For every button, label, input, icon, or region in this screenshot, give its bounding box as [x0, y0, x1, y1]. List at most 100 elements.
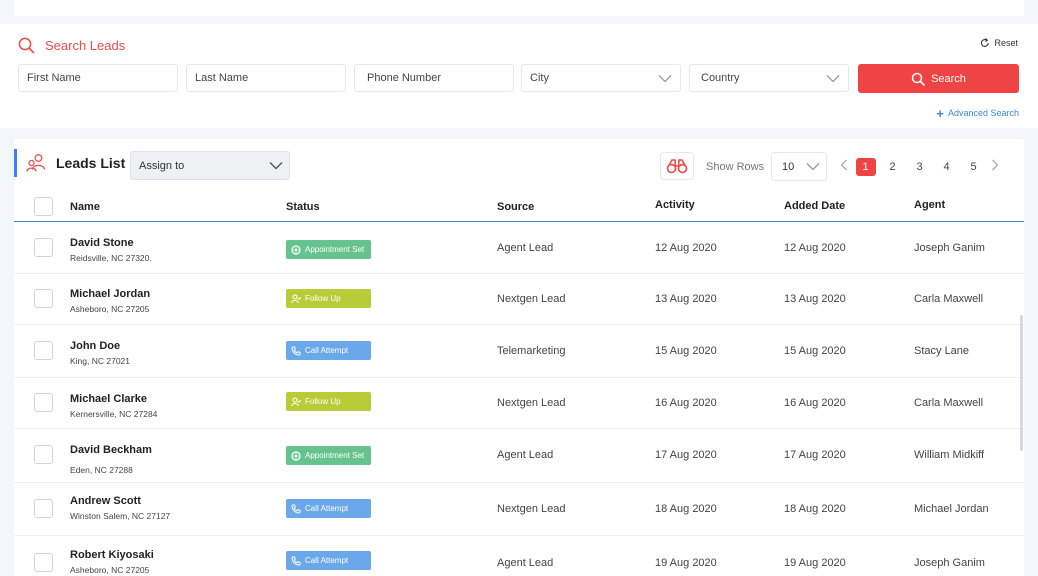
status-badge[interactable]: Call Attempt [286, 499, 371, 518]
country-select-value: Country [701, 72, 740, 84]
rows-per-page-select[interactable]: 10 [771, 152, 827, 181]
pagination-prev[interactable] [836, 158, 852, 176]
phone-icon [291, 556, 301, 566]
table-row[interactable]: Andrew Scott Winston Salem, NC 27127 Call … [14, 483, 1024, 536]
row-checkbox[interactable] [34, 445, 53, 464]
col-name: Name [70, 201, 100, 213]
row-checkbox[interactable] [34, 499, 53, 518]
page-4[interactable]: 4 [937, 158, 957, 176]
status-label: Call Attempt [305, 504, 349, 513]
status-label: Appointment Set [305, 451, 365, 460]
added-date-cell: 19 Aug 2020 [784, 557, 846, 569]
search-button-label: Search [931, 72, 966, 85]
lead-address: Asheboro, NC 27205 [70, 565, 150, 575]
top-strip [14, 0, 1024, 16]
search-button[interactable]: Search [858, 64, 1019, 93]
reset-icon [981, 38, 990, 47]
table-row[interactable]: John Doe King, NC 27021 Call Attempt Telema… [14, 325, 1024, 378]
lead-name[interactable]: Andrew Scott [70, 495, 170, 507]
phone-number-input[interactable] [354, 64, 514, 92]
table-row[interactable]: Michael Jordan Asheboro, NC 27205 Follow U… [14, 274, 1024, 325]
status-badge[interactable]: Call Attempt [286, 341, 371, 360]
table-row[interactable]: David Beckham Eden, NC 27288 Appointment S… [14, 429, 1024, 483]
table-row[interactable]: Robert Kiyosaki Asheboro, NC 27205 Call At… [14, 536, 1024, 576]
row-checkbox[interactable] [34, 393, 53, 412]
lead-name-cell: Michael Clarke Kernersville, NC 27284 [70, 393, 157, 419]
lead-address: King, NC 27021 [70, 356, 131, 366]
page-5[interactable]: 5 [964, 158, 984, 176]
leads-title-label: Leads List [56, 155, 126, 171]
activity-cell: 13 Aug 2020 [655, 293, 717, 305]
status-badge[interactable]: Call Attempt [286, 551, 371, 570]
search-title-label: Search Leads [45, 38, 126, 53]
lead-name[interactable]: David Stone [70, 237, 152, 249]
rows-per-page-value: 10 [782, 160, 795, 173]
status-badge[interactable]: Follow Up [286, 392, 371, 411]
select-all-checkbox[interactable] [34, 197, 53, 216]
page-1[interactable]: 1 [855, 158, 876, 176]
lead-name-cell: David Beckham Eden, NC 27288 [70, 444, 152, 475]
pagination-next[interactable] [987, 158, 1003, 176]
added-date-cell: 17 Aug 2020 [784, 449, 846, 461]
filter-button[interactable] [660, 152, 694, 180]
show-rows-label: Show Rows [706, 161, 765, 173]
follow-up-icon [291, 396, 301, 407]
chevron-left-icon [840, 159, 847, 171]
agent-cell: Joseph Ganim [914, 557, 985, 569]
lead-name[interactable]: Michael Jordan [70, 288, 150, 300]
lead-address: Eden, NC 27288 [70, 465, 133, 475]
added-date-cell: 12 Aug 2020 [784, 242, 846, 254]
row-checkbox[interactable] [34, 289, 53, 308]
activity-cell: 15 Aug 2020 [655, 345, 717, 357]
table-row[interactable]: Michael Clarke Kernersville, NC 27284 Foll… [14, 378, 1024, 429]
status-badge[interactable]: Appointment Set [286, 446, 371, 465]
lead-name[interactable]: Michael Clarke [70, 393, 157, 405]
search-icon [18, 37, 35, 54]
status-label: Call Attempt [305, 556, 349, 565]
activity-cell: 18 Aug 2020 [655, 503, 717, 515]
page-3[interactable]: 3 [910, 158, 930, 176]
reset-button[interactable]: Reset [980, 38, 1018, 48]
lead-name-cell: Andrew Scott Winston Salem, NC 27127 [70, 495, 170, 521]
city-select[interactable]: City [521, 64, 681, 92]
table-row[interactable]: David Stone Reidsville, NC 27320. Appointm… [14, 223, 1024, 274]
lead-name[interactable]: John Doe [70, 340, 130, 352]
added-date-cell: 16 Aug 2020 [784, 397, 846, 409]
assign-to-select[interactable]: Assign to [130, 151, 290, 180]
agent-cell: Carla Maxwell [914, 293, 984, 305]
lead-name[interactable]: David Beckham [70, 444, 152, 456]
status-badge[interactable]: Follow Up [286, 289, 371, 308]
row-checkbox[interactable] [34, 553, 53, 572]
last-name-input[interactable] [186, 64, 346, 92]
binoculars-icon [666, 159, 688, 174]
source-cell: Agent Lead [497, 557, 554, 569]
assign-to-value: Assign to [139, 159, 185, 172]
advanced-search-link[interactable]: + Advanced Search [936, 107, 1019, 120]
lead-address: Kernersville, NC 27284 [70, 409, 158, 419]
lead-address: Winston Salem, NC 27127 [70, 511, 171, 521]
chevron-right-icon [992, 159, 999, 171]
agent-cell: Stacy Lane [914, 345, 970, 357]
status-badge[interactable]: Appointment Set [286, 240, 371, 259]
chevron-down-icon [269, 162, 283, 170]
source-cell: Agent Lead [497, 449, 554, 461]
lead-name-cell: Michael Jordan Asheboro, NC 27205 [70, 288, 150, 314]
first-name-input[interactable] [18, 64, 178, 92]
chevron-down-icon [826, 74, 840, 82]
leads-card: Leads List Assign to Show Rows 10 1 2 3 … [14, 139, 1024, 576]
users-icon [26, 154, 46, 172]
page-2[interactable]: 2 [883, 158, 903, 176]
agent-cell: Michael Jordan [914, 503, 989, 515]
lead-name[interactable]: Robert Kiyosaki [70, 549, 154, 561]
row-checkbox[interactable] [34, 341, 53, 360]
appointment-icon [291, 450, 301, 461]
search-icon [911, 72, 925, 86]
added-date-cell: 15 Aug 2020 [784, 345, 846, 357]
leads-title: Leads List [26, 153, 125, 173]
scrollbar[interactable] [1020, 315, 1023, 451]
col-added-date: Added Date [784, 200, 846, 212]
source-cell: Nextgen Lead [497, 503, 566, 515]
col-activity: Activity [655, 199, 695, 211]
row-checkbox[interactable] [34, 238, 53, 257]
country-select[interactable]: Country [689, 64, 849, 92]
